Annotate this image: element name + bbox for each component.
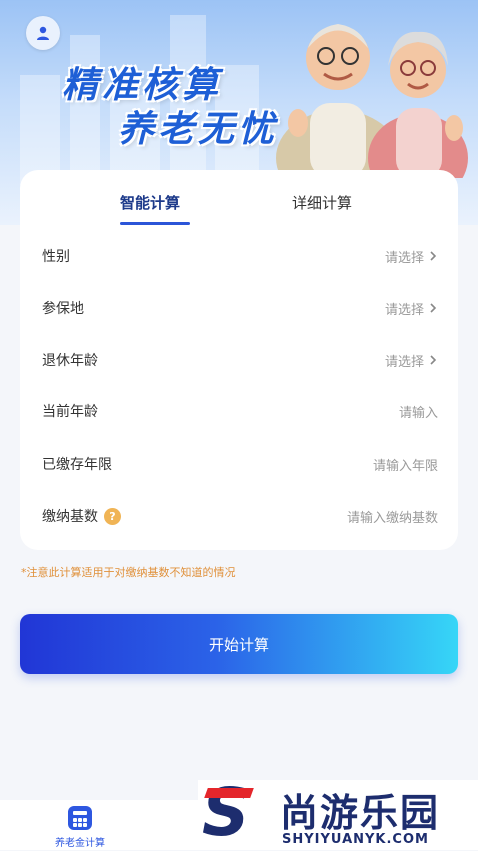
contribution-base-label-wrap: 缴纳基数 ? xyxy=(42,506,121,526)
retirement-age-placeholder: 请选择 xyxy=(384,354,424,370)
paid-years-label: 已缴存年限 xyxy=(42,457,112,473)
calculator-icon xyxy=(68,806,92,830)
tab-detailed-calc[interactable]: 详细计算 xyxy=(292,192,352,213)
gender-field[interactable]: 性别 请选择 xyxy=(42,241,438,271)
slogan-line-2: 养老无忧 xyxy=(118,109,279,150)
insured-location-select[interactable]: 请选择 xyxy=(385,299,438,318)
insured-location-placeholder: 请选择 xyxy=(384,302,424,318)
calc-note: *注意此计算适用于对缴纳基数不知道的情况 xyxy=(21,566,236,579)
building-shape xyxy=(20,75,60,185)
gender-placeholder: 请选择 xyxy=(384,250,424,266)
retirement-age-label: 退休年龄 xyxy=(42,353,98,369)
gender-select[interactable]: 请选择 xyxy=(385,247,438,266)
gender-label: 性别 xyxy=(42,249,70,265)
retirement-age-select[interactable]: 请选择 xyxy=(385,351,438,370)
site-watermark: S 尚游乐园 SHYIYUANYK.COM xyxy=(198,780,478,850)
tab-smart-calc[interactable]: 智能计算 xyxy=(120,192,180,213)
help-icon[interactable]: ? xyxy=(104,507,121,525)
retirement-age-field[interactable]: 退休年龄 请选择 xyxy=(42,345,438,375)
insured-location-field[interactable]: 参保地 请选择 xyxy=(42,293,438,323)
calculator-card: 智能计算 详细计算 性别 请选择 参保地 请选择 退休年龄 请选择 当前年龄 请… xyxy=(20,170,458,550)
user-icon xyxy=(37,26,49,40)
nav-label-pension-calc: 养老金计算 xyxy=(55,838,105,849)
current-age-input[interactable]: 请输入 xyxy=(399,402,438,421)
active-tab-indicator xyxy=(120,222,190,225)
elderly-couple-illustration xyxy=(276,24,468,178)
contribution-base-input[interactable]: 请输入缴纳基数 xyxy=(347,507,438,526)
calc-tabs: 智能计算 详细计算 xyxy=(20,192,458,232)
start-calc-button[interactable]: 开始计算 xyxy=(20,614,458,674)
watermark-cn-text: 尚游乐园 xyxy=(280,791,441,835)
insured-location-label: 参保地 xyxy=(42,301,84,317)
watermark-logo-stripe xyxy=(204,788,254,798)
chevron-right-icon xyxy=(430,251,437,261)
paid-years-field[interactable]: 已缴存年限 请输入年限 xyxy=(42,449,438,479)
contribution-base-field[interactable]: 缴纳基数 ? 请输入缴纳基数 xyxy=(42,501,438,531)
chevron-right-icon xyxy=(430,303,437,313)
nav-item-pension-calc[interactable]: 养老金计算 xyxy=(48,806,112,849)
current-age-label: 当前年龄 xyxy=(42,404,98,420)
chevron-right-icon xyxy=(430,355,437,365)
current-age-field[interactable]: 当前年龄 请输入 xyxy=(42,396,438,426)
contribution-base-label: 缴纳基数 xyxy=(42,509,98,525)
user-profile-button[interactable] xyxy=(26,16,60,50)
paid-years-input[interactable]: 请输入年限 xyxy=(373,455,438,474)
watermark-en-text: SHYIYUANYK.COM xyxy=(282,832,429,847)
